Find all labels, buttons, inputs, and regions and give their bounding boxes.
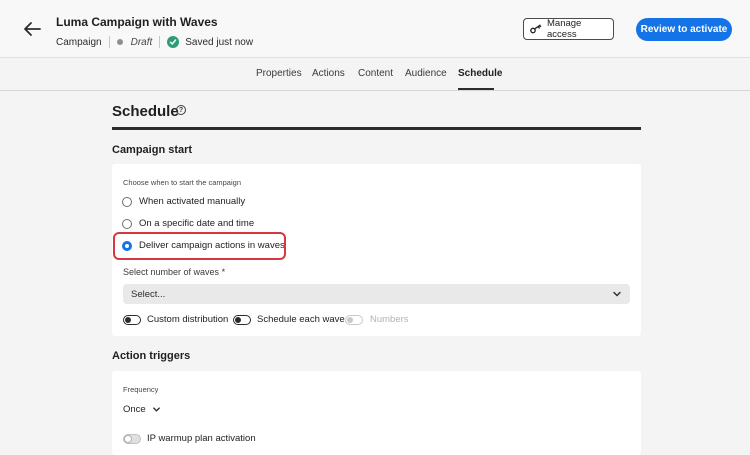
divider: [108, 36, 110, 48]
waves-label: Select number of waves *: [123, 267, 225, 277]
tab-schedule[interactable]: Schedule: [458, 68, 502, 79]
waves-select[interactable]: Select...: [123, 284, 630, 304]
numbers-label: Numbers: [370, 314, 409, 325]
radio-label: When activated manually: [139, 196, 246, 207]
status-dot-icon: [116, 39, 123, 45]
manage-access-button[interactable]: Manage access: [523, 18, 614, 40]
checkmark-icon: [167, 36, 180, 48]
frequency-label: Frequency: [123, 385, 159, 394]
tab-audience[interactable]: Audience: [405, 68, 447, 79]
saved-status: Saved just now: [185, 36, 254, 48]
required-asterisk: *: [221, 267, 226, 277]
chevron-down-icon: [612, 289, 622, 302]
frequency-picker[interactable]: Once: [123, 404, 161, 415]
tab-content[interactable]: Content: [358, 68, 393, 79]
radio-manual[interactable]: When activated manually: [122, 196, 245, 207]
top-bar: Luma Campaign with Waves Campaign Draft …: [0, 0, 750, 58]
status-badge: Draft: [130, 36, 153, 48]
schedule-each-wave-toggle[interactable]: [233, 315, 251, 325]
active-tab-indicator: [458, 88, 494, 90]
chevron-down-icon: [152, 405, 161, 414]
radio-button[interactable]: [122, 218, 132, 229]
start-prompt: Choose when to start the campaign: [123, 178, 241, 187]
manage-access-label: Manage access: [547, 18, 582, 40]
divider: [159, 36, 161, 48]
frequency-value: Once: [123, 404, 146, 415]
radio-specific-date[interactable]: On a specific date and time: [122, 218, 254, 229]
campaign-type: Campaign: [56, 36, 102, 48]
campaign-meta: Campaign Draft Saved just now: [56, 36, 253, 48]
ip-warmup-label: IP warmup plan activation: [147, 433, 256, 444]
radio-button[interactable]: [122, 196, 132, 207]
back-arrow-icon[interactable]: [20, 18, 44, 40]
schedule-each-wave-label: Schedule each wave: [257, 314, 345, 325]
tab-bar: Properties Actions Content Audience Sche…: [0, 58, 750, 91]
custom-distribution-label: Custom distribution: [147, 314, 229, 325]
campaign-start-heading: Campaign start: [112, 144, 193, 156]
action-triggers-heading: Action triggers: [112, 350, 191, 362]
highlight-box: [113, 232, 286, 260]
numbers-toggle: [345, 315, 363, 325]
help-icon[interactable]: ?: [176, 105, 186, 115]
campaign-title: Luma Campaign with Waves: [56, 15, 218, 29]
heading-rule: [112, 127, 641, 130]
tab-actions[interactable]: Actions: [312, 68, 345, 79]
waves-select-value: Select...: [131, 288, 166, 300]
key-icon: [530, 24, 542, 34]
waves-label-text: Select number of waves: [123, 267, 220, 277]
ip-warmup-toggle[interactable]: [123, 434, 141, 444]
review-to-activate-button[interactable]: Review to activate: [636, 18, 732, 41]
tab-properties[interactable]: Properties: [256, 68, 302, 79]
page-title: Schedule: [112, 103, 179, 120]
custom-distribution-toggle[interactable]: [123, 315, 141, 325]
radio-label: On a specific date and time: [139, 218, 255, 229]
